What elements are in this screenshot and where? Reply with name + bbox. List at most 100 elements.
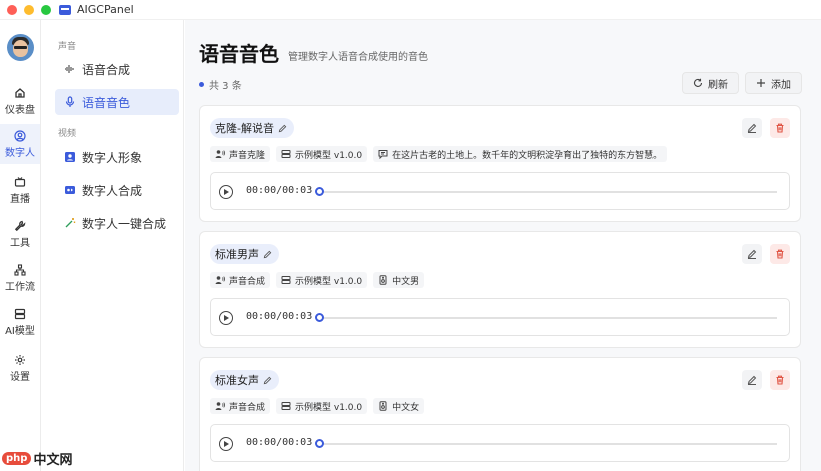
model-icon	[281, 150, 291, 158]
voice-card: 标准男声 声音合成 示例模型 v1.0.0 中文男 00:00/00:03	[199, 231, 801, 348]
rail-item-ai-model[interactable]: AI模型	[0, 308, 40, 338]
delete-button[interactable]	[770, 244, 790, 264]
tag-speaker: 中文男	[373, 272, 425, 288]
maximize-window-button[interactable]	[41, 4, 51, 15]
edit-icon	[747, 123, 757, 133]
magic-wand-icon	[65, 218, 76, 228]
edit-button[interactable]	[742, 244, 762, 264]
workflow-icon	[14, 264, 26, 276]
pencil-icon[interactable]	[263, 250, 272, 259]
user-voice-icon	[215, 276, 225, 284]
voice-tags: 声音合成 示例模型 v1.0.0 中文女	[210, 398, 425, 414]
play-button[interactable]	[219, 185, 233, 199]
rail-item-label: 直播	[10, 194, 30, 205]
subnav-item-speech-synthesis[interactable]: 语音合成	[55, 56, 179, 82]
window-controls	[7, 4, 51, 15]
message-icon	[378, 150, 388, 159]
rail-item-workflow[interactable]: 工作流	[0, 264, 40, 294]
gear-icon	[15, 355, 25, 365]
playback-time: 00:00/00:03	[246, 185, 313, 196]
voice-tags: 声音克隆 示例模型 v1.0.0 在这片古老的土地上。数千年的文明积淀孕育出了独…	[210, 146, 668, 162]
progress-handle[interactable]	[315, 439, 324, 448]
trash-icon	[776, 123, 784, 133]
watermark-badge: php	[2, 452, 32, 465]
tv-icon	[14, 177, 26, 187]
progress-track[interactable]	[319, 443, 777, 445]
user-circle-icon	[14, 130, 26, 142]
waveform-icon	[65, 65, 74, 73]
tag-model: 示例模型 v1.0.0	[276, 146, 368, 162]
rail-item-tools[interactable]: 工具	[0, 220, 40, 250]
app-logo-icon	[59, 4, 71, 15]
refresh-button[interactable]: 刷新	[682, 72, 739, 94]
rail-item-settings[interactable]: 设置	[0, 354, 40, 384]
play-button[interactable]	[219, 311, 233, 325]
server-icon	[14, 308, 26, 320]
tag-speaker: 中文女	[373, 398, 425, 414]
bullet-icon	[199, 82, 204, 87]
secondary-sidebar: 声音 语音合成 语音音色 视频 数字人形象 数字人合成 数字人一键合成	[41, 20, 184, 471]
pencil-icon[interactable]	[263, 376, 272, 385]
group-label-audio: 声音	[58, 42, 77, 52]
progress-track[interactable]	[319, 317, 777, 319]
plus-icon	[757, 79, 765, 87]
play-button[interactable]	[219, 437, 233, 451]
page-subtitle: 管理数字人语音合成使用的音色	[288, 52, 428, 63]
edit-icon	[747, 249, 757, 259]
tag-model: 示例模型 v1.0.0	[276, 272, 368, 288]
edit-icon	[747, 375, 757, 385]
rail-item-live[interactable]: 直播	[0, 176, 40, 206]
playback-time: 00:00/00:03	[246, 437, 313, 448]
portrait-icon	[65, 152, 75, 162]
tag-model: 示例模型 v1.0.0	[276, 398, 368, 414]
audio-player: 00:00/00:03	[210, 172, 790, 210]
playback-time: 00:00/00:03	[246, 311, 313, 322]
add-button[interactable]: 添加	[745, 72, 802, 94]
voice-name: 标准男声	[210, 244, 279, 264]
progress-track[interactable]	[319, 191, 777, 193]
user-voice-icon	[215, 150, 225, 158]
trash-icon	[776, 249, 784, 259]
delete-button[interactable]	[770, 370, 790, 390]
close-window-button[interactable]	[7, 4, 17, 15]
rail-item-label: 工作流	[5, 282, 35, 293]
user-voice-icon	[215, 402, 225, 410]
progress-handle[interactable]	[315, 313, 324, 322]
rail-item-label: 数字人	[5, 148, 35, 159]
voice-name: 标准女声	[210, 370, 279, 390]
voice-tags: 声音合成 示例模型 v1.0.0 中文男	[210, 272, 425, 288]
audio-player: 00:00/00:03	[210, 424, 790, 462]
page-title: 语音音色	[199, 42, 279, 66]
voice-card: 标准女声 声音合成 示例模型 v1.0.0 中文女 00:00/00:03	[199, 357, 801, 471]
edit-button[interactable]	[742, 370, 762, 390]
video-icon	[65, 186, 75, 194]
rail-item-label: 仪表盘	[5, 105, 35, 116]
rail-item-label: AI模型	[5, 326, 35, 337]
app-title: AIGCPanel	[77, 3, 134, 16]
trash-icon	[776, 375, 784, 385]
subnav-item-digital-human-avatar[interactable]: 数字人形象	[55, 144, 179, 170]
edit-button[interactable]	[742, 118, 762, 138]
rail-item-dashboard[interactable]: 仪表盘	[0, 86, 40, 116]
delete-button[interactable]	[770, 118, 790, 138]
model-icon	[281, 402, 291, 410]
voice-card: 克隆-解说音 声音克隆 示例模型 v1.0.0 在这片古老的土地上。数千年的文明…	[199, 105, 801, 222]
record-count: 共 3 条	[199, 77, 242, 92]
subnav-item-one-click-synthesis[interactable]: 数字人一键合成	[55, 210, 179, 236]
tag-type: 声音合成	[210, 398, 271, 414]
microphone-icon	[65, 96, 75, 107]
pencil-icon[interactable]	[278, 124, 287, 133]
subnav-item-digital-human-synthesis[interactable]: 数字人合成	[55, 177, 179, 203]
watermark: php 中文网	[2, 449, 72, 468]
audio-player: 00:00/00:03	[210, 298, 790, 336]
avatar[interactable]	[7, 34, 34, 61]
icon-rail: 仪表盘 数字人 直播 工具 工作流 AI模型 设置	[0, 20, 41, 471]
voice-name: 克隆-解说音	[210, 118, 294, 138]
progress-handle[interactable]	[315, 187, 324, 196]
minimize-window-button[interactable]	[24, 4, 34, 15]
rail-item-label: 工具	[10, 238, 30, 249]
rail-item-digital-human[interactable]: 数字人	[0, 124, 40, 164]
refresh-icon	[694, 78, 703, 87]
subnav-item-voice-timbre[interactable]: 语音音色	[55, 89, 179, 115]
main-content: 语音音色 管理数字人语音合成使用的音色 共 3 条 刷新 添加 克隆-解说音 声…	[185, 20, 821, 471]
